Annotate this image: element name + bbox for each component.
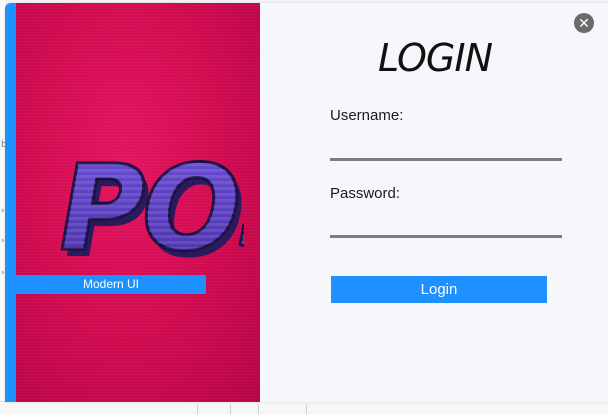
background-statusbar <box>0 401 608 414</box>
pos-banner: POS POS POS <box>16 3 260 402</box>
login-dialog: POS POS POS Modern UI ✕ LOGIN Username: … <box>5 3 608 402</box>
accent-bar <box>5 3 16 402</box>
tagline-label: Modern UI <box>16 275 206 294</box>
password-label: Password: <box>330 185 401 202</box>
login-title: LOGIN <box>378 36 493 80</box>
svg-text:POS: POS <box>46 141 244 278</box>
username-label: Username: <box>330 107 404 124</box>
close-button[interactable]: ✕ <box>574 13 594 33</box>
password-input[interactable] <box>330 210 562 238</box>
login-button[interactable]: Login <box>331 276 547 303</box>
close-icon: ✕ <box>578 15 590 31</box>
username-input[interactable] <box>330 133 562 161</box>
pos-logo: POS POS POS <box>45 139 244 281</box>
